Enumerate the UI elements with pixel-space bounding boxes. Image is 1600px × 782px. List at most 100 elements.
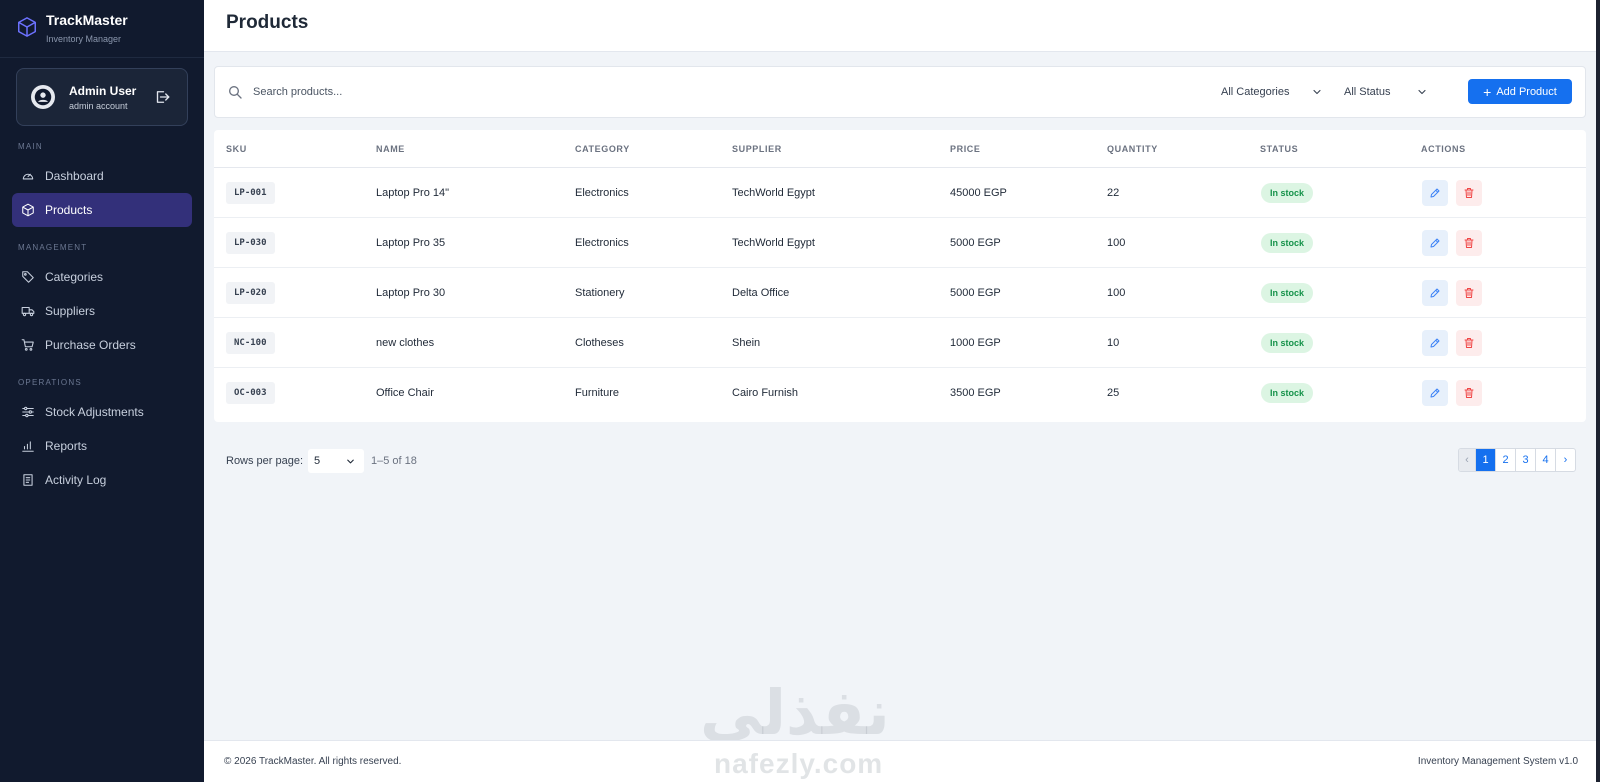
product-category: Electronics: [575, 187, 629, 199]
top-header: Products: [204, 0, 1596, 52]
trash-icon: [1464, 238, 1474, 248]
table-row: LP-020 Laptop Pro 30 Stationery Delta Offic…: [214, 268, 1586, 318]
next-page-button[interactable]: ›: [1555, 449, 1575, 471]
product-quantity: 100: [1107, 287, 1126, 299]
product-category: Clotheses: [575, 337, 624, 349]
logout-icon[interactable]: [153, 88, 171, 106]
brand[interactable]: TrackMaster Inventory Manager: [0, 0, 204, 58]
product-name: Laptop Pro 30: [376, 287, 446, 299]
chevron-down-icon: [1313, 89, 1321, 95]
sidebar-item-suppliers[interactable]: Suppliers: [12, 294, 192, 328]
sidebar-item-purchase-orders[interactable]: Purchase Orders: [12, 328, 192, 362]
table-row: OC-003 Office Chair Furniture Cairo Furnish…: [214, 368, 1586, 418]
log-icon: [23, 474, 33, 486]
product-category: Furniture: [575, 387, 620, 399]
status-badge: In stock: [1261, 233, 1314, 253]
sidebar-item-label: Products: [45, 203, 93, 217]
brand-title: TrackMaster: [46, 12, 128, 28]
category-filter-value: All Categories: [1221, 86, 1290, 98]
edit-button[interactable]: [1422, 230, 1448, 256]
column-header-category[interactable]: CATEGORY: [575, 144, 630, 154]
product-quantity: 25: [1107, 387, 1120, 399]
pencil-icon: [1430, 338, 1440, 348]
product-name: new clothes: [376, 337, 435, 349]
page-button-2[interactable]: 2: [1495, 449, 1515, 471]
product-quantity: 10: [1107, 337, 1120, 349]
pencil-icon: [1430, 238, 1440, 248]
column-header-price[interactable]: PRICE: [950, 144, 981, 154]
delete-button[interactable]: [1456, 280, 1482, 306]
watermark-latin: nafezly.com: [714, 748, 884, 779]
sidebar-item-products[interactable]: Products: [12, 193, 192, 227]
sidebar-item-activity-log[interactable]: Activity Log: [12, 463, 192, 497]
sidebar-item-label: Dashboard: [45, 169, 104, 183]
column-header-quantity[interactable]: QUANTITY: [1107, 144, 1158, 154]
footer-version: Inventory Management System v1.0: [1417, 756, 1578, 767]
user-name: Admin User: [69, 83, 137, 98]
search-input[interactable]: [253, 79, 653, 105]
sidebar-item-stock-adjustments[interactable]: Stock Adjustments: [12, 395, 192, 429]
sidebar-item-label: Suppliers: [45, 304, 96, 318]
sidebar-item-label: Reports: [45, 439, 88, 453]
table-row: LP-030 Laptop Pro 35 Electronics TechWorld …: [214, 218, 1586, 268]
product-supplier: TechWorld Egypt: [732, 237, 815, 249]
truck-icon: [21, 306, 35, 317]
sliders-icon: [22, 406, 34, 418]
page-button-1[interactable]: 1: [1475, 449, 1495, 471]
sku-chip: LP-020: [226, 282, 275, 304]
status-badge: In stock: [1261, 183, 1314, 203]
edit-button[interactable]: [1422, 330, 1448, 356]
chevron-down-icon: [347, 459, 354, 464]
rows-per-page-select[interactable]: 5: [308, 449, 364, 473]
column-header-sku[interactable]: SKU: [226, 144, 247, 154]
status-filter-select[interactable]: All Status: [1344, 81, 1428, 103]
column-header-name[interactable]: NAME: [376, 144, 405, 154]
delete-button[interactable]: [1456, 230, 1482, 256]
previous-page-button[interactable]: ‹: [1459, 449, 1475, 471]
page-button-4[interactable]: 4: [1535, 449, 1555, 471]
column-header-actions: ACTIONS: [1421, 144, 1466, 154]
pencil-icon: [1430, 188, 1440, 198]
page-button-3[interactable]: 3: [1515, 449, 1535, 471]
sidebar-item-dashboard[interactable]: Dashboard: [12, 159, 192, 193]
sidebar: TrackMaster Inventory Manager Admin User…: [0, 0, 204, 782]
sku-chip: NC-100: [226, 332, 275, 354]
user-role: admin account: [69, 100, 128, 111]
page-title: Products: [226, 12, 309, 33]
column-header-supplier[interactable]: SUPPLIER: [732, 144, 782, 154]
status-badge: In stock: [1261, 383, 1314, 403]
delete-button[interactable]: [1456, 380, 1482, 406]
trash-icon: [1464, 188, 1474, 198]
chevron-down-icon: [1418, 89, 1426, 95]
pencil-icon: [1430, 388, 1440, 398]
product-category: Electronics: [575, 237, 629, 249]
cube-logo-icon: [18, 17, 36, 37]
plus-icon: +: [1483, 83, 1492, 100]
delete-button[interactable]: [1456, 330, 1482, 356]
product-price: 1000 EGP: [950, 337, 1001, 349]
sidebar-item-label: Purchase Orders: [45, 338, 136, 352]
delete-button[interactable]: [1456, 180, 1482, 206]
product-supplier: Cairo Furnish: [732, 387, 799, 399]
category-filter-select[interactable]: All Categories: [1221, 81, 1323, 103]
nav-section-management: MANAGEMENT: [18, 243, 88, 252]
edit-button[interactable]: [1422, 180, 1448, 206]
sku-chip: LP-001: [226, 182, 275, 204]
watermark-arabic: نفذلي: [700, 676, 890, 749]
pagination: ‹ 1 2 3 4 ›: [1458, 448, 1576, 472]
sku-chip: OC-003: [226, 382, 275, 404]
gauge-icon: [22, 173, 34, 180]
sidebar-item-categories[interactable]: Categories: [12, 260, 192, 294]
product-price: 45000 EGP: [950, 187, 1007, 199]
sidebar-item-label: Activity Log: [45, 473, 107, 487]
sidebar-item-reports[interactable]: Reports: [12, 429, 192, 463]
product-name: Laptop Pro 14": [376, 187, 450, 199]
search-icon: [229, 86, 242, 99]
footer: © 2026 TrackMaster. All rights reserved.…: [204, 740, 1596, 782]
product-quantity: 100: [1107, 237, 1126, 249]
edit-button[interactable]: [1422, 380, 1448, 406]
user-card: Admin User admin account: [16, 68, 188, 126]
edit-button[interactable]: [1422, 280, 1448, 306]
column-header-status[interactable]: STATUS: [1260, 144, 1298, 154]
add-product-button[interactable]: + Add Product: [1468, 79, 1572, 104]
